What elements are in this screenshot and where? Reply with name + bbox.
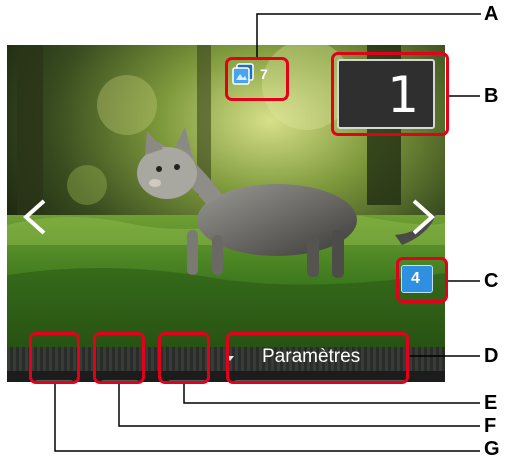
next-photo-arrow-icon[interactable] xyxy=(408,197,438,237)
callout-g: G xyxy=(484,438,500,460)
copies-value: 1 xyxy=(387,66,419,124)
callout-d: D xyxy=(484,345,499,367)
leader-line-g xyxy=(54,384,480,452)
copies-box[interactable]: 1 xyxy=(337,59,435,129)
photo-stack-icon xyxy=(232,63,254,85)
page-badge: 4 xyxy=(401,265,433,293)
photo-count-value: 7 xyxy=(260,66,268,82)
callout-c: C xyxy=(484,270,499,292)
preview-strip[interactable] xyxy=(7,347,445,371)
page-badge-value: 4 xyxy=(411,270,420,287)
photo-count-indicator: 7 xyxy=(229,61,285,87)
callout-e: E xyxy=(484,392,498,414)
layout-button[interactable] xyxy=(34,380,74,382)
callout-a: A xyxy=(484,3,499,25)
settings-label: Paramètres xyxy=(262,346,361,367)
leader-line-f xyxy=(118,384,480,427)
callout-b: B xyxy=(484,85,499,107)
expand-down-icon xyxy=(226,356,234,361)
settings-button[interactable] xyxy=(233,380,408,382)
previous-photo-arrow-icon[interactable] xyxy=(20,197,50,237)
leader-line-e xyxy=(183,384,480,404)
zoom-button[interactable] xyxy=(167,380,207,382)
callout-f: F xyxy=(484,415,497,437)
printer-lcd-screen: 7 1 4 31 xyxy=(7,45,445,382)
date-search-button[interactable]: 31 xyxy=(100,380,140,382)
